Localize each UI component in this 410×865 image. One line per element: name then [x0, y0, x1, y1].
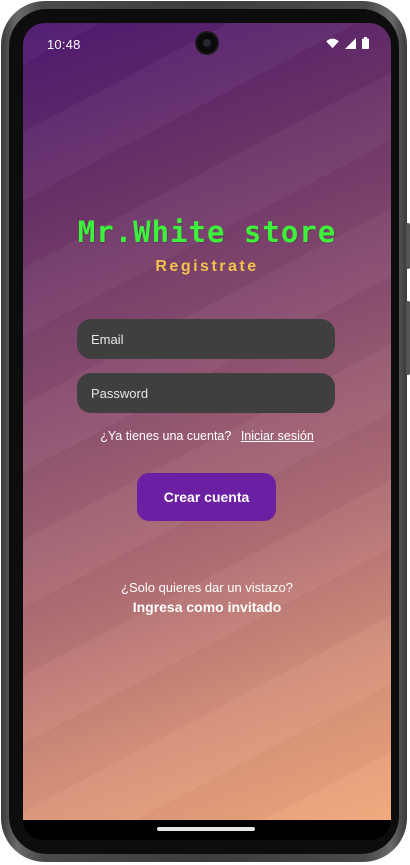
wifi-icon	[326, 38, 339, 48]
login-prompt: ¿Ya tienes una cuenta? Iniciar sesión	[23, 429, 391, 443]
status-bar: 10:48	[23, 23, 391, 67]
signal-icon	[345, 37, 356, 49]
login-link[interactable]: Iniciar sesión	[241, 429, 314, 443]
status-time: 10:48	[47, 37, 81, 52]
power-button	[406, 223, 410, 269]
has-account-text: ¿Ya tienes una cuenta?	[100, 429, 232, 443]
password-field[interactable]	[77, 373, 335, 413]
battery-icon	[362, 37, 369, 49]
status-icons	[326, 37, 369, 49]
email-field[interactable]	[77, 319, 335, 359]
phone-frame: 10:48 Mr.White store Registrate ¿Ya tien…	[1, 1, 410, 862]
front-camera	[197, 33, 217, 53]
volume-button	[406, 301, 410, 375]
app-screen: 10:48 Mr.White store Registrate ¿Ya tien…	[23, 23, 391, 820]
create-account-button[interactable]: Crear cuenta	[137, 473, 276, 521]
app-title: Mr.White store	[77, 215, 337, 249]
guest-question: ¿Solo quieres dar un vistazo?	[121, 580, 293, 595]
home-gesture-handle[interactable]	[157, 827, 255, 831]
guest-login-link[interactable]: Ingresa como invitado	[23, 599, 391, 615]
page-subtitle: Registrate	[155, 258, 259, 275]
